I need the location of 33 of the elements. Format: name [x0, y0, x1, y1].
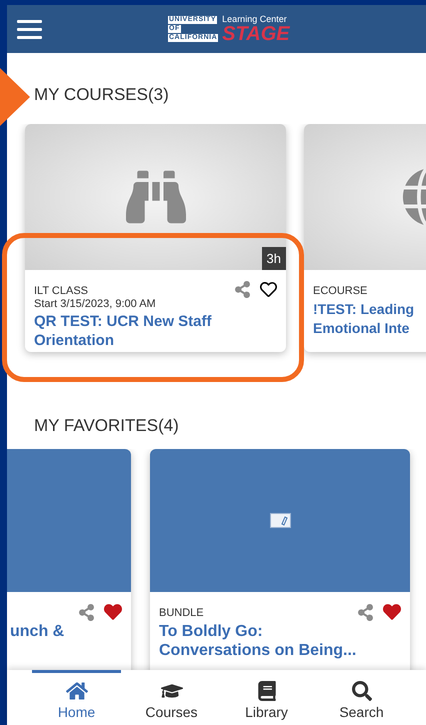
share-icon[interactable]	[357, 604, 374, 620]
home-icon	[66, 681, 88, 701]
section-title: MY FAVORITES(4)	[33, 415, 180, 437]
share-icon[interactable]	[78, 604, 95, 620]
nav-tab[interactable]: Home	[32, 670, 121, 725]
course-card[interactable]: 3h ILT CLASS Start 3/15/2023, 9:00 AM QR TEST: UCR New Staff Orientation	[25, 124, 286, 352]
start-date: Start 3/15/2023, 9:00 AM	[34, 298, 156, 310]
nav-tab[interactable]: Courses	[127, 670, 216, 725]
heart-icon[interactable]	[103, 603, 123, 621]
course-card[interactable]: unch &	[7, 449, 131, 670]
course-card[interactable]: ECOURSE !TEST: Leading Emotional Inte	[304, 124, 426, 352]
course-type: BUNDLE	[159, 606, 204, 620]
course-title[interactable]: To Boldly Go: Conversations on Being...	[159, 622, 374, 660]
duration-badge: 3h	[262, 246, 286, 270]
heart-icon[interactable]	[382, 603, 402, 621]
logo-subtitle: Learning Center	[222, 14, 288, 24]
course-title[interactable]: !TEST: Leading Emotional Inte	[313, 300, 425, 338]
nav-tab[interactable]: Library	[222, 670, 311, 725]
share-icon[interactable]	[234, 281, 251, 298]
book-icon	[256, 681, 278, 701]
course-title[interactable]: QR TEST: UCR New Staff Orientation	[34, 312, 278, 350]
logo-title: STAGE	[222, 24, 290, 44]
course-type: ECOURSE	[313, 284, 368, 298]
menu-icon[interactable]	[17, 19, 42, 39]
annotation-arrow	[0, 68, 32, 126]
course-title[interactable]: unch &	[10, 622, 123, 641]
nav-tab[interactable]: Search	[317, 670, 406, 725]
heart-icon[interactable]	[259, 281, 278, 298]
search-icon	[350, 681, 372, 701]
section-title: MY COURSES(3)	[33, 84, 170, 106]
course-card[interactable]: BUNDLE To Boldly Go: Conversations on Being...	[150, 449, 410, 670]
edit-icon	[270, 513, 290, 528]
course-type: ILT CLASS	[34, 284, 88, 298]
